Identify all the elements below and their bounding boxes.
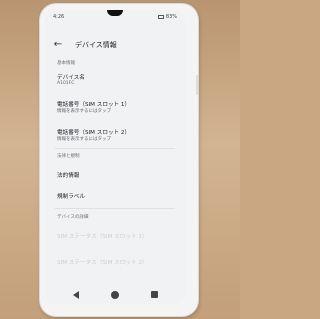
list-item-sim-status-1[interactable]: SIM ステータス（SIM スロット 1） xyxy=(57,232,147,240)
phone-sim2-label: 電話番号（SIM スロット 2） xyxy=(57,130,131,136)
list-item-legal-info[interactable]: 法的情報 xyxy=(57,171,79,179)
section-legal: 法律と規制 xyxy=(57,154,80,159)
arrow-back-icon[interactable]: ← xyxy=(51,38,65,52)
device-name-value: A101FC xyxy=(57,81,75,86)
app-bar: ← デバイス情報 xyxy=(45,36,185,54)
battery-percent: 83% xyxy=(165,14,177,20)
divider xyxy=(55,148,175,149)
page-title: デバイス情報 xyxy=(75,41,117,49)
phone-side-button xyxy=(196,75,198,95)
nav-back-icon[interactable] xyxy=(73,291,79,299)
navigation-bar xyxy=(45,286,185,304)
phone-sim2-hint: 情報を表示するにはタップ xyxy=(57,137,111,142)
battery-icon xyxy=(157,15,164,19)
section-device-details: デバイスの詳細 xyxy=(57,215,89,220)
phone-sim1-label: 電話番号（SIM スロット 1） xyxy=(57,102,131,108)
list-item-regulatory-labels[interactable]: 規制ラベル xyxy=(57,192,85,200)
divider xyxy=(55,208,175,209)
status-icons: 83% xyxy=(157,14,177,20)
device-name-label: デバイス名 xyxy=(57,75,85,81)
status-time: 4:26 xyxy=(53,14,65,20)
list-item-sim-status-2[interactable]: SIM ステータス（SIM スロット 2） xyxy=(57,258,147,266)
phone-screen: 4:26 83% ← デバイス情報 基本情報 デバイス名 A101FC 電話番号… xyxy=(45,10,185,304)
section-basic-info: 基本情報 xyxy=(57,61,75,66)
nav-home-icon[interactable] xyxy=(111,291,119,299)
status-bar: 4:26 83% xyxy=(45,10,185,22)
nav-recents-icon[interactable] xyxy=(151,291,158,298)
phone-sim1-hint: 情報を表示するにはタップ xyxy=(57,109,111,114)
